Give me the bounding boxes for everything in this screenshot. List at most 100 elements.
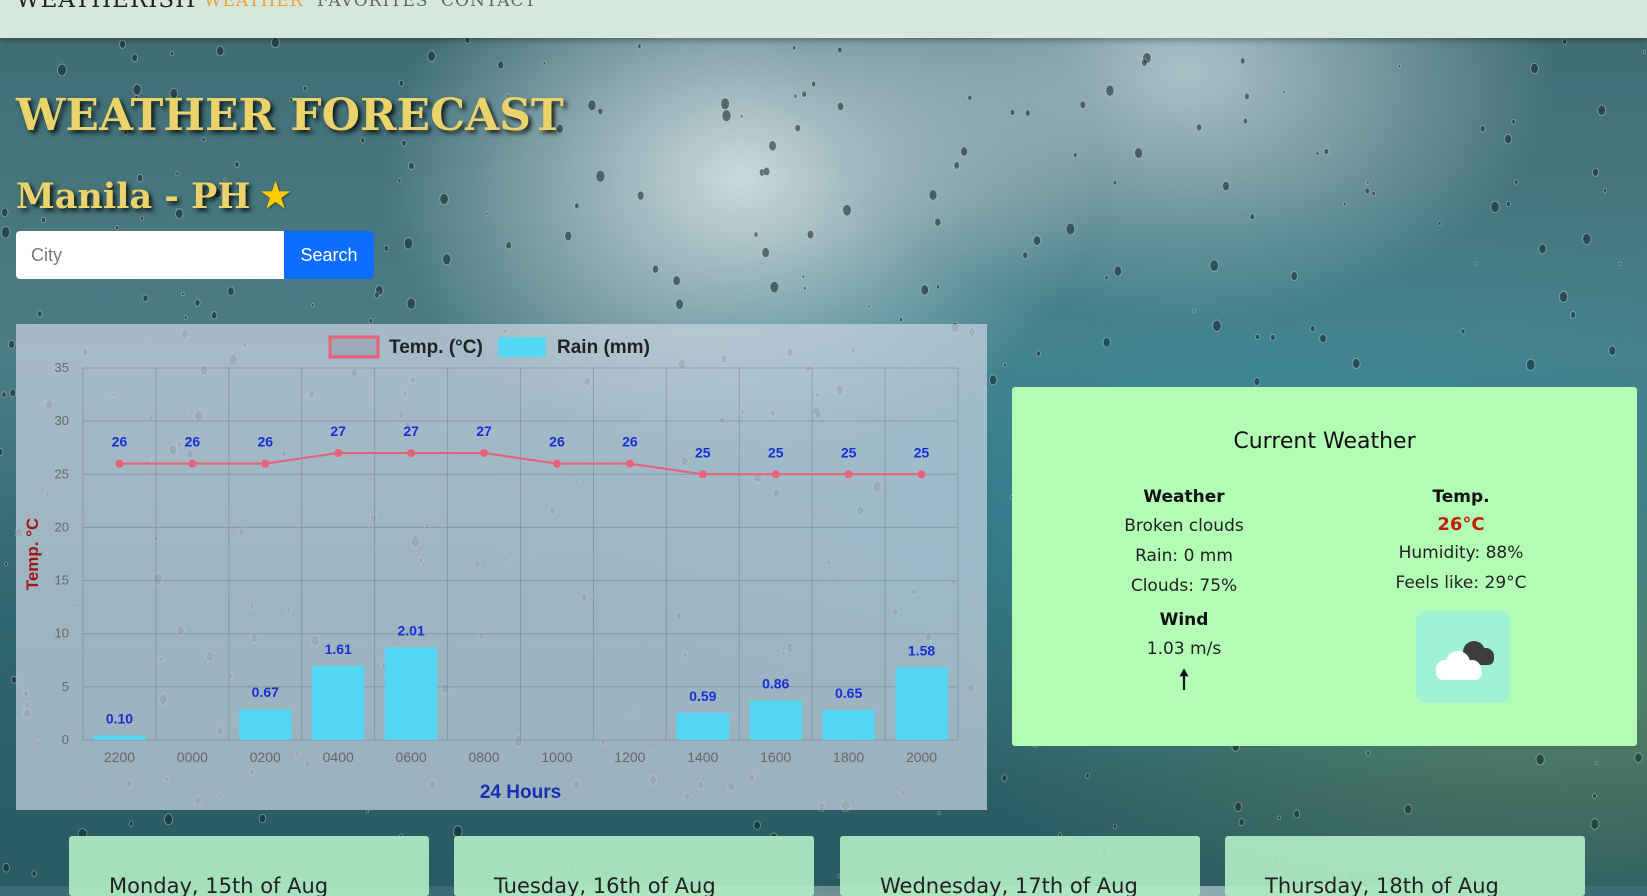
temp-point: [115, 459, 124, 468]
rain-drop: [867, 304, 871, 309]
city-search-input[interactable]: [16, 231, 284, 279]
rain-drop: [1079, 100, 1087, 109]
rain-drop: [1221, 181, 1230, 192]
forecast-card-day-1[interactable]: Monday, 15th of Aug: [69, 836, 429, 896]
forecast-card-day-4[interactable]: Thursday, 18th of Aug: [1225, 836, 1585, 896]
rain-drop: [1032, 235, 1042, 246]
rain-drop: [1608, 345, 1617, 356]
forecast-card-day-2[interactable]: Tuesday, 16th of Aug: [454, 836, 814, 896]
rain-drop: [672, 275, 681, 287]
x-tick-label: 0600: [396, 749, 427, 765]
rain-drop: [960, 146, 969, 157]
temp-data-label: 27: [330, 423, 346, 439]
rain-drop: [1277, 815, 1281, 821]
rain-drop: [227, 286, 235, 297]
temp-data-label: 25: [695, 444, 711, 460]
rain-drop: [935, 284, 941, 290]
x-tick-label: 0000: [177, 749, 208, 765]
rain-drop: [1072, 152, 1078, 158]
rain-drop: [9, 388, 17, 398]
rain-drop: [1105, 84, 1115, 97]
rain-drop: [0, 226, 11, 239]
rain-drop: [366, 809, 370, 814]
forecast-card-day-3[interactable]: Wednesday, 17th of Aug: [840, 836, 1200, 896]
rain-drop: [1134, 147, 1144, 159]
temp-point: [480, 449, 489, 458]
temp-point: [407, 449, 416, 458]
rain-drop: [1603, 187, 1608, 193]
x-tick-label: 2000: [906, 749, 937, 765]
rain-drop: [1009, 108, 1016, 116]
star-icon[interactable]: ★: [260, 176, 290, 216]
rain-drop: [258, 813, 266, 824]
brand-logo[interactable]: WEATHERISH: [16, 0, 196, 13]
temp-point: [771, 470, 780, 479]
rain-drop: [1504, 134, 1513, 145]
rain-drop: [485, 211, 489, 216]
rain-drop: [406, 297, 416, 310]
y-tick-label: 35: [55, 360, 69, 375]
legend-label-temp: Temp. (°C): [389, 337, 483, 358]
weather-column: Weather Broken clouds Rain: 0 mm Clouds:…: [1054, 484, 1314, 696]
navbar: WEATHERISH WEATHER FAVORITES CONTACT: [0, 0, 1647, 38]
rain-drop: [1570, 311, 1577, 319]
rain-drop: [1618, 261, 1622, 267]
rain-drop: [439, 192, 449, 206]
temp-data-label: 25: [914, 444, 930, 460]
nav-link-weather[interactable]: WEATHER: [204, 0, 304, 11]
rain-bar: [822, 710, 875, 740]
rain-drop: [794, 124, 801, 133]
rain-drop: [837, 46, 843, 54]
rain-drop: [1474, 261, 1478, 266]
forecast-date: Wednesday, 17th of Aug: [880, 874, 1138, 896]
rain-drop: [1526, 358, 1536, 371]
rain-drop: [1592, 792, 1597, 799]
rain-drop: [1562, 38, 1568, 45]
rain-drop: [142, 294, 149, 303]
rain-drop: [1022, 251, 1029, 260]
rain-drop: [542, 61, 547, 66]
rain-bar: [749, 700, 802, 740]
rain-drop: [41, 216, 47, 223]
rain-drop: [169, 50, 175, 57]
rain-drop: [210, 311, 218, 320]
rain-drop: [1558, 290, 1568, 303]
rain-drop: [920, 284, 929, 296]
nav-link-favorites[interactable]: FAVORITES: [317, 0, 429, 11]
rain-drop: [1315, 151, 1320, 156]
rain-drop: [1270, 334, 1276, 342]
rain-drop: [1, 391, 7, 398]
rain-drop: [1141, 58, 1148, 67]
rain-drop: [1282, 90, 1286, 95]
temp-point: [334, 449, 343, 458]
temp-data-label: 26: [258, 434, 274, 450]
temp-point: [261, 459, 270, 468]
rain-drop: [1244, 92, 1250, 101]
weather-description: Broken clouds: [1124, 516, 1244, 536]
rain-drop: [967, 94, 973, 101]
rain-drop: [801, 274, 806, 279]
wind-direction-arrow-icon: 🠕: [1177, 663, 1190, 696]
temp-point: [917, 470, 926, 479]
search-button[interactable]: Search: [284, 231, 374, 279]
legend-label-rain: Rain (mm): [557, 337, 650, 358]
rain-data-label: 2.01: [398, 622, 425, 638]
nav-link-contact[interactable]: CONTACT: [441, 0, 537, 11]
rain-drop: [1538, 243, 1547, 255]
rain-drop: [1634, 752, 1643, 763]
rain-drop: [1479, 124, 1486, 133]
x-tick-label: 1600: [760, 749, 791, 765]
rain-drop: [652, 264, 660, 274]
rain-drop: [1319, 333, 1327, 344]
rain-drop: [720, 97, 730, 111]
rain-drop: [57, 63, 67, 77]
x-tick-label: 1200: [614, 749, 645, 765]
rain-drop: [793, 93, 798, 99]
rain-drop: [1249, 213, 1255, 221]
rain-drop: [1234, 801, 1243, 812]
city-name: Manila - PH: [16, 176, 251, 217]
temp-point: [625, 459, 634, 468]
rain-drop: [595, 169, 606, 183]
rain-data-label: 1.58: [908, 642, 935, 658]
rain-drop: [1242, 117, 1248, 125]
